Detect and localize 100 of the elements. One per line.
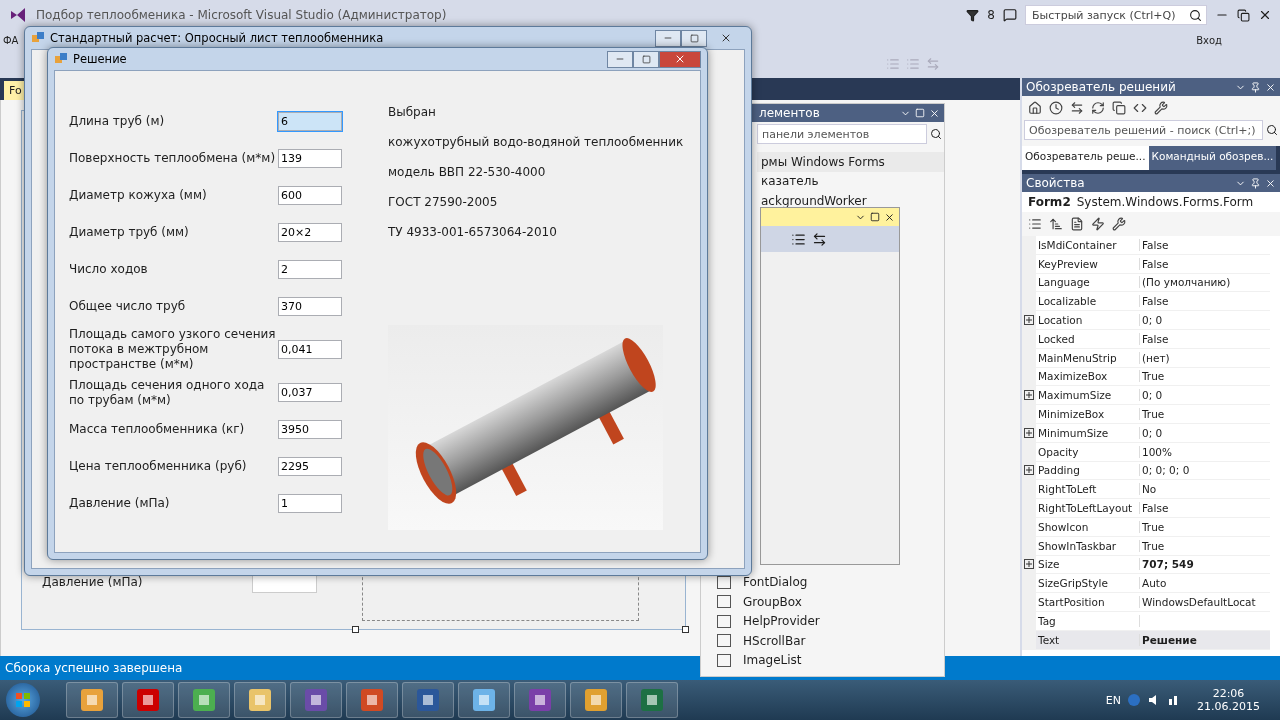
taskbar-button[interactable] <box>570 682 622 718</box>
text-field[interactable]: 2295 <box>278 457 342 476</box>
property-value[interactable]: True <box>1140 539 1270 552</box>
property-row[interactable]: RightToLeftLayout False <box>1022 499 1270 518</box>
property-value[interactable]: 100% <box>1140 445 1270 458</box>
text-field[interactable]: 0,041 <box>278 340 342 359</box>
toolbox-item[interactable]: HelpProvider <box>701 611 944 631</box>
document-tab[interactable]: Fo <box>4 81 27 100</box>
expand-icon[interactable] <box>1024 465 1034 476</box>
maximize-button[interactable] <box>681 29 707 47</box>
property-row[interactable]: SizeGripStyle Auto <box>1022 574 1270 594</box>
resize-handle[interactable] <box>682 626 689 633</box>
clear-list-icon <box>791 231 806 247</box>
property-value[interactable]: False <box>1140 295 1270 308</box>
panel-tab[interactable]: Командный обозрев... <box>1148 146 1277 170</box>
property-name: Locked <box>1036 332 1140 345</box>
resize-handle[interactable] <box>352 626 359 633</box>
property-value[interactable]: Решение <box>1140 633 1270 646</box>
lightning-icon <box>1091 217 1105 231</box>
field-label: Диаметр труб (мм) <box>69 225 190 240</box>
property-name: StartPosition <box>1036 596 1140 609</box>
language-indicator[interactable]: EN <box>1105 693 1121 707</box>
property-value[interactable]: 0; 0 <box>1140 389 1270 402</box>
property-row[interactable]: StartPosition WindowsDefaultLocat <box>1022 593 1270 612</box>
app-icon <box>527 687 553 713</box>
property-name: MinimumSize <box>1036 426 1140 439</box>
property-value[interactable]: False <box>1140 502 1270 515</box>
property-value[interactable]: No <box>1140 483 1270 496</box>
property-value[interactable]: True <box>1140 408 1270 421</box>
search-field[interactable]: Обозреватель решений - поиск (Ctrl+;) <box>1024 120 1263 140</box>
text-field[interactable]: 370 <box>278 297 342 316</box>
toolbox-item[interactable]: ImageList <box>701 650 944 670</box>
property-row[interactable]: IsMdiContainer False <box>1022 236 1270 255</box>
property-row[interactable]: Localizable False <box>1022 292 1270 312</box>
toolbox-item[interactable]: GroupBox <box>701 592 944 612</box>
text-field[interactable]: 1 <box>278 494 342 513</box>
property-value[interactable]: False <box>1140 238 1270 251</box>
control-icon <box>717 614 731 628</box>
property-value[interactable]: True <box>1140 370 1270 383</box>
expand-icon[interactable] <box>1024 315 1034 326</box>
property-row[interactable]: RightToLeft No <box>1022 480 1270 500</box>
property-name: MaximizeBox <box>1036 370 1140 383</box>
toolbox-item[interactable]: FontDialog <box>701 572 944 592</box>
taskbar-button[interactable] <box>290 682 342 718</box>
app-icon <box>54 52 68 66</box>
expand-icon[interactable] <box>1024 390 1034 401</box>
property-value[interactable]: 0; 0 <box>1140 314 1270 327</box>
property-name: KeyPreview <box>1036 257 1140 270</box>
sign-in-link[interactable]: Вход <box>1196 34 1222 46</box>
property-value[interactable]: True <box>1140 520 1270 533</box>
text-field[interactable]: 6 <box>278 112 342 131</box>
property-row[interactable]: MaximumSize 0; 0 <box>1022 386 1270 406</box>
taskbar-button[interactable] <box>178 682 230 718</box>
maximize-button[interactable] <box>633 50 659 68</box>
property-name: MinimizeBox <box>1036 408 1140 421</box>
property-value[interactable]: False <box>1140 257 1270 270</box>
text-field[interactable]: 2 <box>278 260 342 279</box>
taskbar-button[interactable] <box>122 682 174 718</box>
toolbox-item[interactable]: HScrollBar <box>701 631 944 651</box>
start-button[interactable] <box>6 683 40 717</box>
property-value[interactable]: Auto <box>1140 577 1270 590</box>
object-name: Form2 <box>1028 195 1071 209</box>
search-field[interactable]: панели элементов <box>757 124 927 144</box>
property-row[interactable]: Location 0; 0 <box>1022 311 1270 330</box>
menu-item[interactable]: ФА <box>3 34 19 46</box>
toolbox-item[interactable]: ackgroundWorker <box>757 191 944 211</box>
close-button[interactable] <box>659 50 701 68</box>
text-field[interactable]: 20×2 <box>278 223 342 242</box>
expand-icon[interactable] <box>1024 427 1034 438</box>
toolbox-item[interactable]: казатель <box>757 171 944 191</box>
taskbar-button[interactable] <box>234 682 286 718</box>
property-value[interactable]: (нет) <box>1140 351 1270 364</box>
taskbar-button[interactable] <box>402 682 454 718</box>
sort-icon <box>1049 217 1063 231</box>
taskbar-button[interactable] <box>626 682 678 718</box>
property-value[interactable]: (По умолчанию) <box>1140 276 1270 289</box>
property-value[interactable]: WindowsDefaultLocat <box>1140 596 1270 609</box>
text-field[interactable]: 139 <box>278 149 342 168</box>
taskbar-button[interactable] <box>346 682 398 718</box>
text-field[interactable]: 3950 <box>278 420 342 439</box>
property-row[interactable]: MinimizeBox True <box>1022 405 1270 424</box>
expand-icon[interactable] <box>1024 559 1034 570</box>
window-title: Подбор теплообменика - Microsoft Visual Studio (Администратор) <box>36 8 447 22</box>
taskbar-button[interactable] <box>458 682 510 718</box>
property-value[interactable]: 0; 0 <box>1140 426 1270 439</box>
panel-tab[interactable]: Обозреватель реше... <box>1022 146 1149 170</box>
toolbox-item[interactable]: рмы Windows Forms <box>757 152 944 172</box>
taskbar-button[interactable] <box>514 682 566 718</box>
quick-launch-field[interactable]: Быстрый запуск (Ctrl+Q) <box>1025 5 1207 25</box>
control-icon <box>717 634 731 648</box>
text-field[interactable]: 600 <box>278 186 342 205</box>
minimize-button[interactable] <box>655 29 681 47</box>
text-field[interactable]: 0,037 <box>278 383 342 402</box>
property-value[interactable]: False <box>1140 332 1270 345</box>
property-value[interactable]: 707; 549 <box>1140 558 1270 571</box>
result-text: кожухотрубный водо-водяной теплообменник <box>388 135 684 151</box>
property-name: ShowIcon <box>1036 520 1140 533</box>
taskbar-button[interactable] <box>66 682 118 718</box>
property-value[interactable]: 0; 0; 0; 0 <box>1140 464 1270 477</box>
minimize-button[interactable] <box>607 50 633 68</box>
